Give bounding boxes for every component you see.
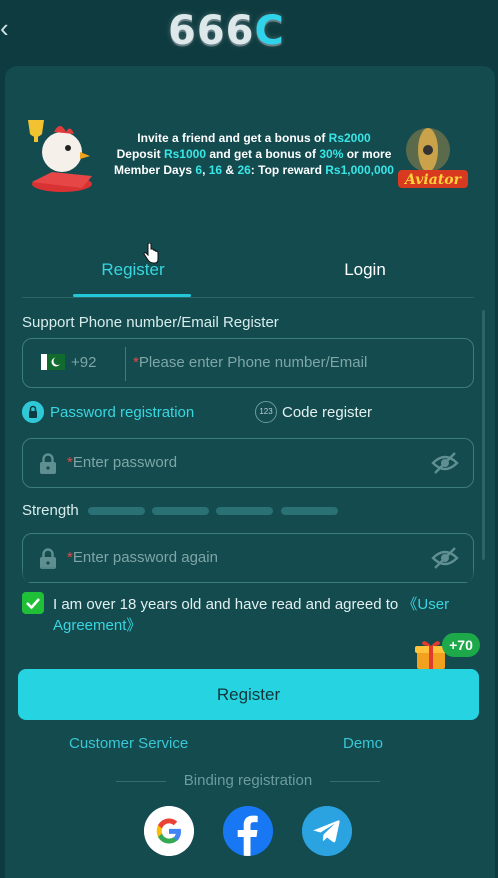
scroll-fade — [10, 566, 488, 582]
password-registration-option[interactable]: Password registration — [50, 404, 194, 421]
bonus-badge: +70 — [442, 633, 480, 657]
strength-label: Strength — [22, 502, 79, 519]
aviator-plane-icon: Aviator — [398, 128, 468, 188]
lock-option-icon[interactable] — [22, 401, 44, 423]
auth-tabs: Register Login — [22, 250, 474, 298]
pakistan-flag-icon — [41, 354, 65, 370]
aviator-label: Aviator — [403, 172, 463, 188]
country-code[interactable]: +92 — [71, 354, 96, 371]
active-tab-indicator — [73, 294, 191, 297]
mouse-cursor-icon — [143, 243, 159, 264]
strength-bar-4 — [281, 507, 338, 515]
logo-letter: C — [254, 8, 285, 54]
strength-bar-2 — [152, 507, 209, 515]
customer-service-link[interactable]: Customer Service — [69, 735, 188, 752]
agree-checkbox[interactable] — [22, 592, 44, 614]
tab-register[interactable]: Register — [74, 260, 192, 286]
banner-line-invite: Invite a friend and get a bonus of Rs200… — [137, 131, 371, 145]
chicken-mascot-icon — [28, 120, 92, 192]
age-agreement: I am over 18 years old and have read and… — [22, 592, 474, 636]
lock-icon — [40, 453, 56, 474]
eye-hidden-icon[interactable] — [431, 451, 459, 475]
binding-divider-left — [116, 781, 166, 782]
promo-banner[interactable]: Invite a friend and get a bonus of Rs200… — [20, 110, 480, 200]
code-option-icon[interactable]: 123 — [255, 401, 277, 423]
form-scrollbar[interactable] — [482, 310, 485, 560]
banner-line-deposit: Deposit Rs1000 and get a bonus of 30% or… — [116, 147, 392, 161]
demo-link[interactable]: Demo — [343, 735, 383, 752]
strength-bar-1 — [88, 507, 145, 515]
phone-email-placeholder: *Please enter Phone number/Email — [133, 354, 368, 371]
agreement-text: I am over 18 years old and have read and… — [53, 596, 450, 634]
telegram-icon[interactable] — [302, 806, 352, 856]
logo-digits: 666 — [168, 8, 255, 54]
tab-login[interactable]: Login — [306, 260, 424, 286]
support-label: Support Phone number/Email Register — [22, 314, 279, 331]
binding-registration-label: Binding registration — [183, 772, 313, 789]
strength-bar-3 — [216, 507, 273, 515]
binding-divider-right — [330, 781, 380, 782]
registration-options: Password registration 123 Code register — [22, 400, 474, 426]
register-button[interactable]: Register — [18, 669, 479, 720]
site-logo: 666C — [168, 8, 304, 54]
password-field[interactable]: *Enter password — [22, 438, 474, 488]
back-icon[interactable]: ‹ — [0, 14, 14, 42]
banner-text: Invite a friend and get a bonus of Rs200… — [104, 130, 404, 178]
password-again-placeholder: *Enter password again — [67, 549, 218, 566]
password-placeholder: *Enter password — [67, 454, 178, 471]
phone-email-field[interactable]: +92 *Please enter Phone number/Email — [22, 338, 474, 388]
facebook-icon[interactable] — [223, 806, 273, 856]
google-icon[interactable] — [144, 806, 194, 856]
binding-registration: Binding registration — [116, 772, 380, 792]
code-register-option[interactable]: Code register — [282, 404, 372, 421]
field-divider — [125, 347, 126, 381]
banner-line-member: Member Days 6, 16 & 26: Top reward Rs1,0… — [114, 163, 394, 177]
top-bar: ‹ 666C — [0, 0, 498, 62]
